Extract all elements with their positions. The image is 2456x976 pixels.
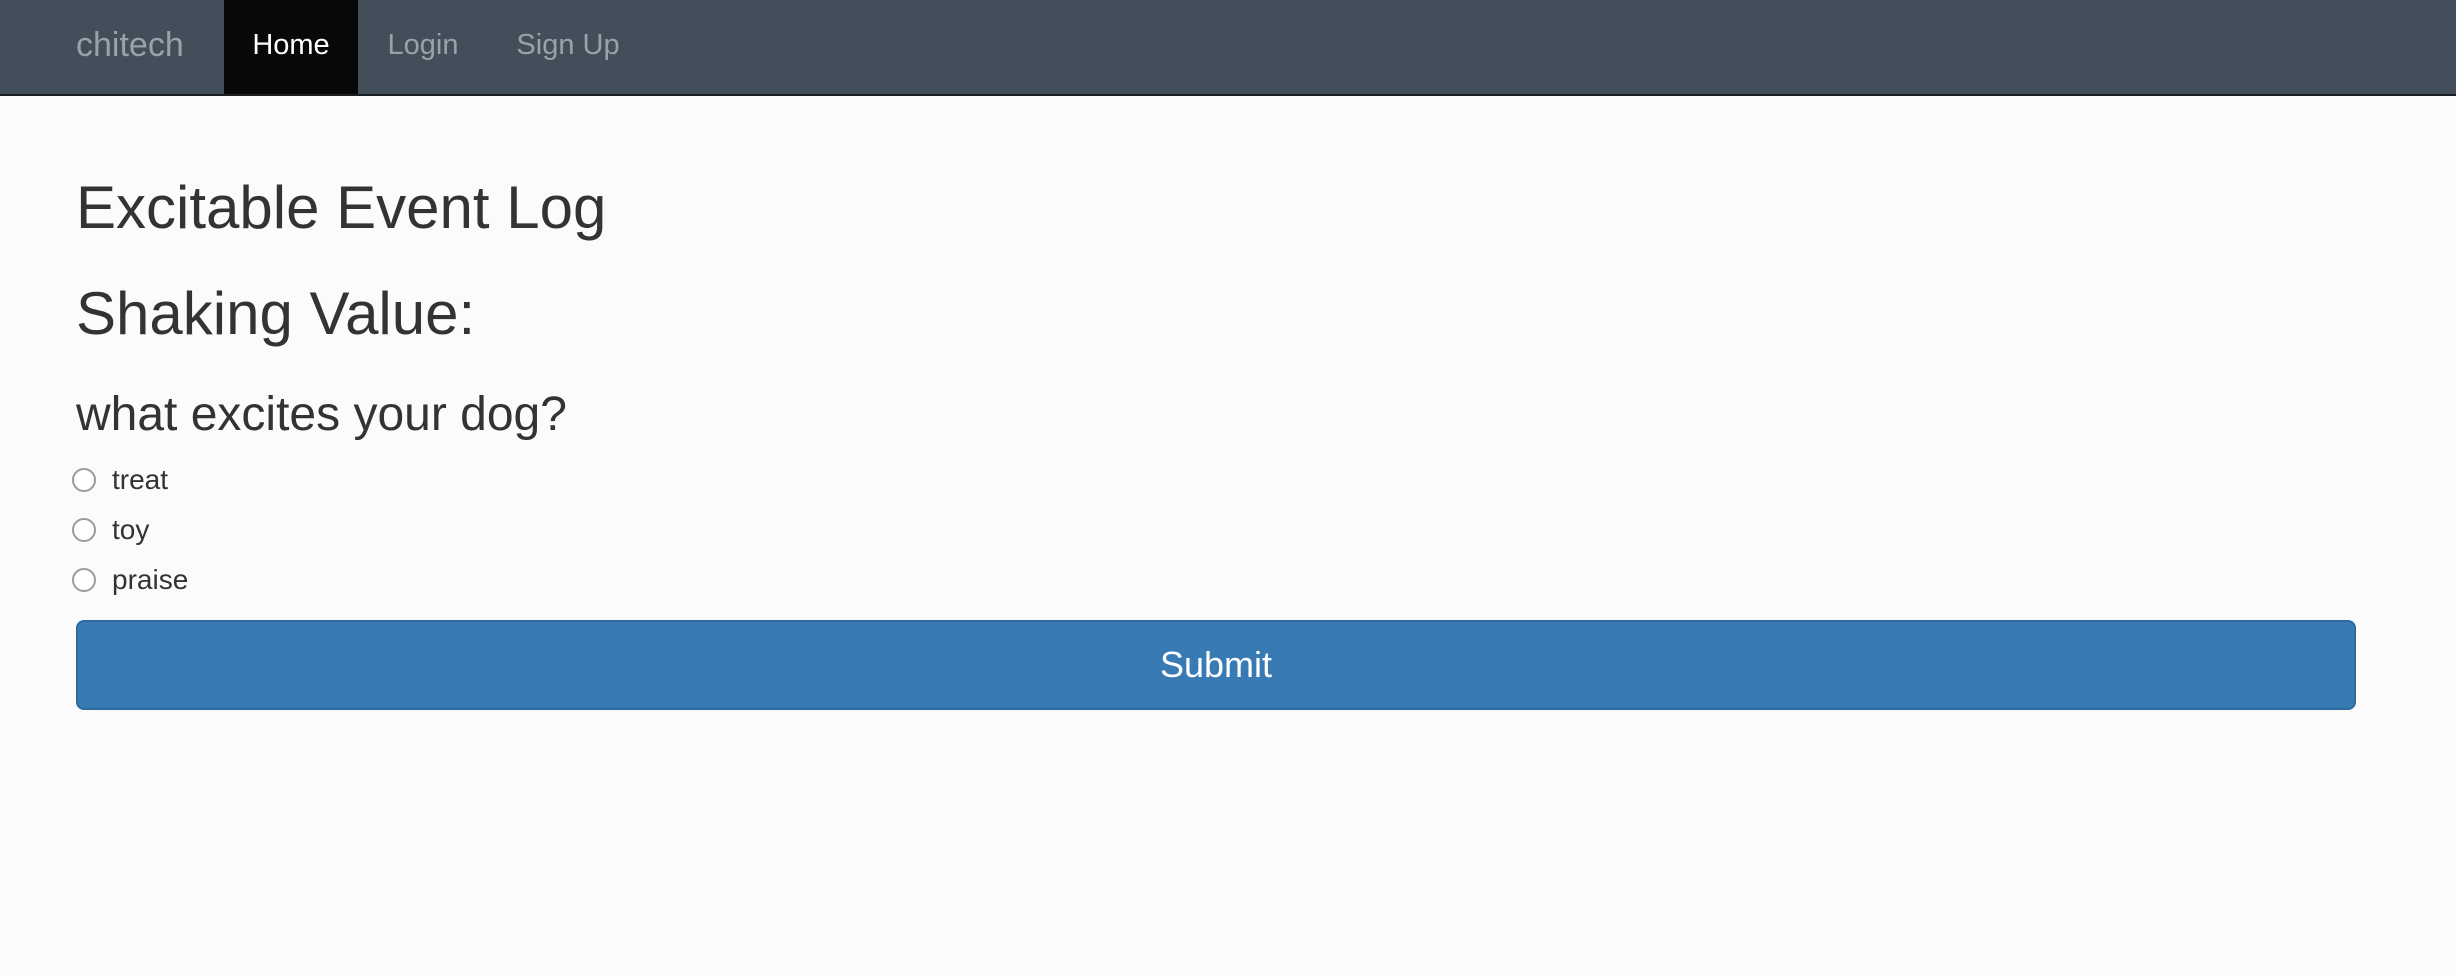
nav-signup-link[interactable]: Sign Up [504, 0, 632, 94]
page-title: Excitable Event Log [76, 174, 607, 241]
radio-label-praise[interactable]: praise [112, 564, 188, 596]
radio-button-toy[interactable] [72, 518, 96, 542]
nav-home-link[interactable]: Home [224, 0, 358, 94]
shaking-value-label: Shaking Value: [76, 280, 476, 347]
radio-label-toy[interactable]: toy [112, 514, 149, 546]
excitement-question: what excites your dog? [76, 388, 567, 441]
radio-option-toy[interactable]: toy [72, 510, 149, 550]
submit-button[interactable]: Submit [76, 620, 2356, 710]
radio-option-treat[interactable]: treat [72, 460, 168, 500]
radio-option-praise[interactable]: praise [72, 560, 188, 600]
radio-button-treat[interactable] [72, 468, 96, 492]
radio-button-praise[interactable] [72, 568, 96, 592]
radio-label-treat[interactable]: treat [112, 464, 168, 496]
top-navbar: chitech Home Login Sign Up [0, 0, 2456, 96]
nav-login-link[interactable]: Login [378, 0, 468, 94]
brand-link[interactable]: chitech [76, 0, 184, 94]
